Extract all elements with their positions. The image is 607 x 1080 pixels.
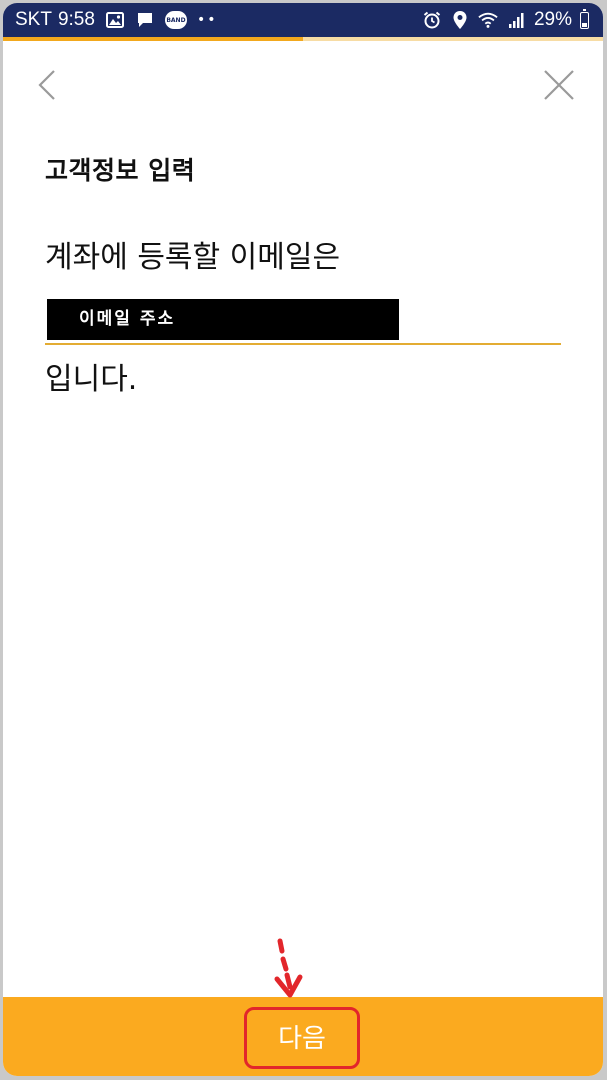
battery-level: 29% — [533, 9, 572, 30]
band-icon: BAND — [164, 11, 187, 29]
email-field-underline — [45, 343, 561, 345]
message-icon — [135, 10, 155, 30]
status-bar-left: SKT 9:58 BAND •• — [15, 8, 217, 32]
more-dots-icon: •• — [196, 12, 218, 28]
clock: 9:58 — [57, 9, 95, 30]
progress-bar — [3, 37, 603, 41]
pointer-arrow-icon — [274, 938, 303, 998]
status-bar: SKT 9:58 BAND •• 29% — [3, 3, 603, 37]
wifi-icon — [478, 10, 498, 30]
email-value-field[interactable]: 이메일 주소 — [47, 299, 399, 340]
battery-icon — [580, 8, 589, 29]
progress-fill — [3, 37, 303, 41]
status-bar-right: 29% — [422, 8, 589, 32]
carrier-label: SKT — [15, 9, 52, 30]
image-icon — [105, 10, 125, 30]
phone-screen: SKT 9:58 BAND •• 29% 고객정보 입력 계좌에 등록할 이메일… — [3, 3, 603, 1076]
signal-icon — [506, 10, 526, 30]
email-prompt-text: 계좌에 등록할 이메일은 — [45, 240, 341, 275]
alarm-icon — [422, 10, 442, 30]
location-icon — [450, 10, 470, 30]
next-button[interactable]: 다음 — [244, 1007, 360, 1069]
back-button[interactable] — [29, 63, 65, 107]
page-title: 고객정보 입력 — [45, 156, 196, 185]
email-suffix-text: 입니다. — [45, 362, 138, 397]
chevron-left-icon — [38, 70, 55, 100]
close-button[interactable] — [537, 63, 581, 107]
close-icon — [544, 70, 574, 100]
